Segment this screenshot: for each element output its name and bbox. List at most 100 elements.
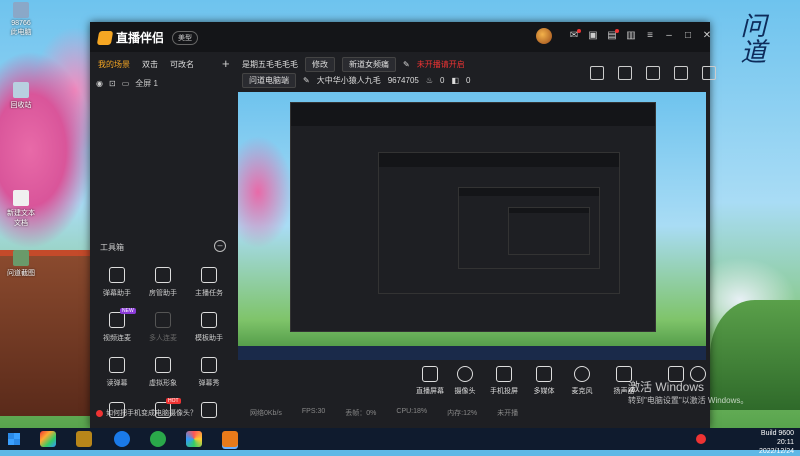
tool-template[interactable]: 模板助手 <box>186 312 232 343</box>
flower-app-icon[interactable] <box>186 431 202 447</box>
menu-icon[interactable]: ≡ <box>644 30 656 42</box>
shirt-icon[interactable]: ▥ <box>625 30 637 42</box>
bell-icon[interactable] <box>674 66 688 80</box>
desktop-icon-recycle[interactable]: 回收站 <box>4 82 38 110</box>
tools-grid: 弹幕助手 房管助手 主播任务 NEW 视频连麦 多人连麦 模板助手 读弹幕 虚拟形… <box>94 267 234 423</box>
mic-button[interactable]: 麦克风 <box>562 366 602 396</box>
preview-taskbar <box>238 346 706 360</box>
tool-danmu-show[interactable]: 弹幕秀 <box>186 357 232 388</box>
tool-multi-call[interactable]: 多人连麦 <box>140 312 186 343</box>
viewers-icon: ◧ <box>451 75 460 85</box>
read-danmu-icon <box>109 357 125 373</box>
gift-icon[interactable]: ▤ <box>606 29 619 42</box>
start-button[interactable] <box>8 433 20 445</box>
desktop-icon-textfile[interactable]: 新建文本文档 <box>4 190 38 228</box>
nested-window-4 <box>508 207 590 255</box>
mic-icon <box>574 366 590 382</box>
eye-icon[interactable]: ◉ <box>96 79 103 88</box>
media-button[interactable]: 多媒体 <box>524 366 564 396</box>
wallpaper-tree <box>710 300 800 410</box>
like-icon: ♨ <box>425 75 434 85</box>
avatar-icon <box>155 357 171 373</box>
fans-count: 9674705 <box>387 75 419 85</box>
tool-video-call[interactable]: NEW 视频连麦 <box>94 308 140 343</box>
message-icon[interactable]: ▣ <box>587 30 599 42</box>
stream-meta: 大中华小猿人九毛 <box>316 75 381 85</box>
store-icon[interactable] <box>590 66 604 80</box>
live-companion-taskbar-icon[interactable] <box>222 431 238 447</box>
pencil-icon[interactable]: ✎ <box>303 76 310 85</box>
activate-windows-sub: 转到"电脑设置"以激活 Windows。 <box>628 396 749 405</box>
unlock-icon[interactable] <box>618 66 632 80</box>
phone-cast-button[interactable]: 手机投屏 <box>484 366 524 396</box>
scene-panel: 我的场景 双击 可改名 + ◉ ⊡ ▭ 全屏 1 工具箱 – 弹幕助手 房管助手… <box>90 52 236 418</box>
share-icon[interactable] <box>702 66 716 80</box>
text-file-icon <box>13 190 29 206</box>
tool-avatar[interactable]: 虚拟形象 <box>140 357 186 388</box>
admin-icon <box>155 267 171 283</box>
video-call-icon <box>109 312 125 328</box>
scene-item[interactable]: ◉ ⊡ ▭ 全屏 1 <box>96 78 158 89</box>
monitor-icon: ▭ <box>121 79 130 88</box>
template-icon <box>201 312 217 328</box>
stream-title: 是期五毛毛毛毛 <box>242 59 298 69</box>
tool-admin[interactable]: 房管助手 <box>140 267 186 298</box>
tool-danmu[interactable]: 弹幕助手 <box>94 267 140 298</box>
lock-icon[interactable]: ⊡ <box>109 79 116 88</box>
tab-my-scenes[interactable]: 我的场景 <box>98 59 130 70</box>
media-icon <box>536 366 552 382</box>
calendar-icon[interactable] <box>646 66 660 80</box>
close-icon[interactable]: ✕ <box>701 30 713 42</box>
skin-badge[interactable]: 美型 <box>172 30 199 45</box>
minimize-icon[interactable]: – <box>663 30 675 42</box>
tab-rename[interactable]: 可改名 <box>170 59 194 70</box>
tool-read-danmu[interactable]: 读弹幕 <box>94 357 140 388</box>
likes-count: 0 <box>440 75 445 85</box>
computer-icon <box>13 2 29 18</box>
tip-bar[interactable]: 如何把手机变成电脑摄像头？ <box>90 408 236 428</box>
danmu-icon <box>109 267 125 283</box>
category-select[interactable]: 新道女频痛 <box>342 56 396 72</box>
warning-icon <box>96 409 103 417</box>
refresh-app-icon[interactable] <box>150 431 166 447</box>
live-preview[interactable] <box>238 92 706 360</box>
avatar[interactable] <box>536 28 552 44</box>
phone-cast-icon <box>496 366 512 382</box>
clock[interactable]: Build 9600 20:11 2022/12/24 <box>759 429 794 456</box>
viewers-count: 0 <box>466 75 471 85</box>
tool-task[interactable]: 主播任务 <box>186 267 232 298</box>
maximize-icon[interactable]: □ <box>682 30 694 42</box>
camera-button[interactable]: 摄像头 <box>445 366 485 396</box>
tools-title: 工具箱 <box>100 243 124 252</box>
recycle-bin-icon <box>13 82 29 98</box>
live-alert[interactable]: 未开播请开启 <box>417 59 465 70</box>
collapse-icon[interactable]: – <box>214 240 226 252</box>
image-file-icon <box>13 250 29 266</box>
source-select[interactable]: 问道电脑端 <box>242 72 296 88</box>
tab-double-click[interactable]: 双击 <box>142 59 158 70</box>
tray-antivirus-icon[interactable] <box>696 434 706 444</box>
logo-mark-icon <box>96 30 114 45</box>
screen-button[interactable]: 直播屏幕 <box>410 366 450 396</box>
k-browser-icon[interactable] <box>114 431 130 447</box>
camera-icon <box>457 366 473 382</box>
app-store-icon[interactable] <box>40 431 56 447</box>
game-icon[interactable] <box>76 431 92 447</box>
edit-title-button[interactable]: 修改 <box>305 56 335 72</box>
desktop-icon-this-pc[interactable]: 98766 此电脑 <box>4 2 38 37</box>
title-bar: 直播伴侣 美型 ✉ ▣ ▤ ▥ ≡ – □ ✕ <box>90 22 713 52</box>
live-companion-window: 直播伴侣 美型 ✉ ▣ ▤ ▥ ≡ – □ ✕ 我的场景 双击 可改名 + ◉ … <box>90 22 716 428</box>
status-bar: 网络0Kb/s FPS:30 丢帧：0% CPU:18% 内存:12% 未开播 <box>250 408 519 417</box>
app-logo: 直播伴侣 美型 <box>96 29 199 46</box>
add-scene-icon[interactable]: + <box>222 56 230 71</box>
wallpaper-calligraphy: 问道 <box>736 12 766 64</box>
desktop-icon-screenshot[interactable]: 问道截图 <box>4 250 38 278</box>
taskbar: Build 9600 20:11 2022/12/24 <box>0 428 800 455</box>
task-icon <box>201 267 217 283</box>
multi-call-icon <box>155 312 171 328</box>
screen-icon <box>422 366 438 382</box>
danmu-show-icon <box>201 357 217 373</box>
pencil-icon[interactable]: ✎ <box>403 60 410 69</box>
mail-icon[interactable]: ✉ <box>568 29 581 42</box>
activate-windows-title: 激活 Windows <box>628 380 705 394</box>
